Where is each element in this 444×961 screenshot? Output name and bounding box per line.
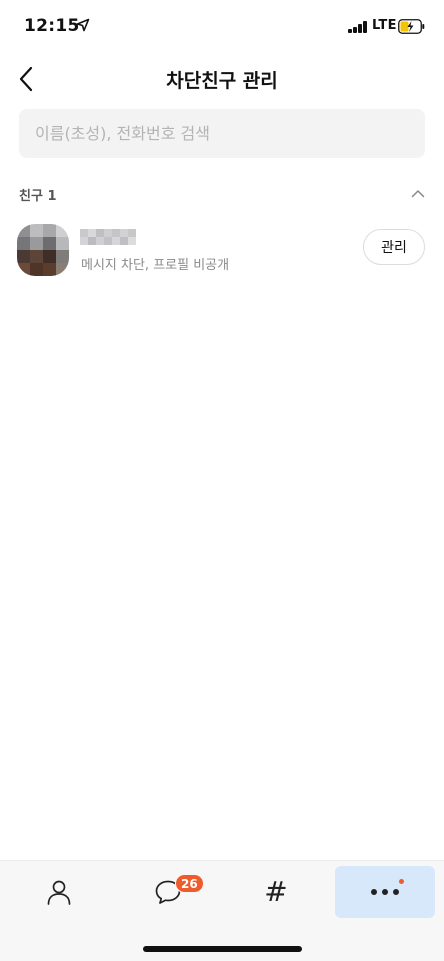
avatar	[17, 224, 69, 276]
tab-chats[interactable]: 26	[118, 866, 218, 918]
page-title: 차단친구 관리	[166, 70, 278, 92]
tab-friends[interactable]	[9, 866, 109, 918]
person-icon	[47, 880, 71, 905]
friends-section-header: 친구 1	[0, 180, 444, 210]
notification-dot	[399, 879, 404, 884]
manage-button[interactable]: 관리	[363, 229, 425, 265]
friend-name-redacted	[80, 229, 136, 245]
search-input[interactable]	[19, 109, 425, 158]
hashtag-icon: #	[264, 875, 288, 908]
list-item[interactable]: 메시지 차단, 프로필 비공개 관리	[0, 220, 444, 278]
tab-openchat[interactable]: #	[226, 866, 326, 918]
navigation-header: 차단친구 관리	[0, 54, 444, 104]
chevron-up-icon[interactable]	[410, 186, 426, 202]
tab-bar: 26 #	[0, 860, 444, 961]
home-indicator	[143, 946, 302, 952]
more-icon	[371, 889, 399, 895]
status-time: 12:15	[24, 16, 80, 36]
battery-charging-icon	[398, 19, 425, 34]
unread-count-badge: 26	[175, 874, 204, 893]
section-label: 친구 1	[19, 189, 57, 204]
cellular-signal-icon	[348, 20, 368, 33]
friend-block-status: 메시지 차단, 프로필 비공개	[81, 258, 230, 273]
network-type: LTE	[372, 18, 397, 33]
tab-more[interactable]	[335, 866, 435, 918]
search-box	[19, 109, 425, 158]
status-bar: 12:15 LTE	[0, 0, 444, 54]
location-arrow-icon	[76, 18, 90, 32]
